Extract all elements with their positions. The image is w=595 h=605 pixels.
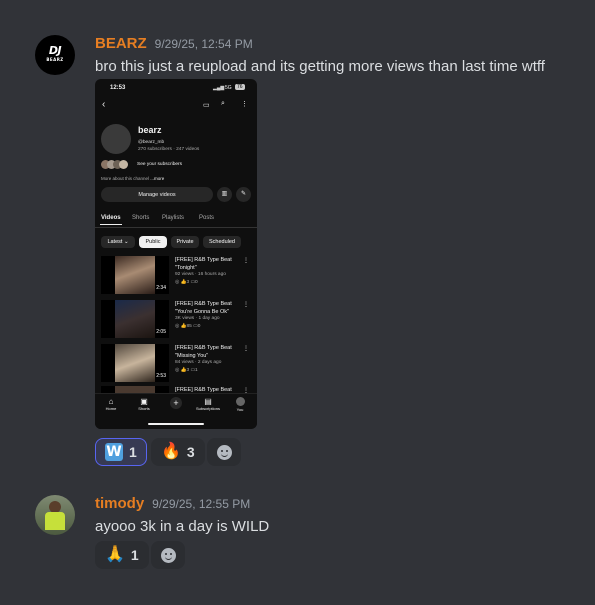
video-meta: 84 views · 2 days ago — [175, 360, 222, 365]
add-reaction-button[interactable] — [207, 438, 241, 466]
nav-subscriptions: ▤ Subscriptions — [193, 397, 223, 411]
divider — [95, 227, 257, 228]
video-thumbnail: 2:05 — [101, 300, 169, 338]
status-network: 5G — [225, 85, 232, 91]
home-indicator — [148, 423, 204, 425]
reaction-count: 1 — [129, 444, 137, 460]
video-row: 2:05 [FREE] R&B Type Beat "You're Gonna … — [101, 300, 251, 340]
cast-icon: ▭ — [203, 102, 210, 109]
channel-name: bearz — [138, 125, 162, 135]
tab-videos: Videos — [101, 215, 121, 221]
video-thumbnail: 2:53 — [101, 344, 169, 382]
plus-icon: + — [170, 397, 182, 409]
nav-home: ⌂ Home — [96, 397, 126, 411]
pray-emoji-icon: 🙏 — [105, 546, 125, 563]
nav-you: You — [225, 397, 255, 412]
subscriber-avatars — [101, 160, 133, 169]
tab-indicator — [100, 224, 122, 225]
video-stats: ◎ 👍3 ▭0 — [175, 280, 198, 285]
filter-private: Private — [171, 236, 199, 248]
video-thumbnail: 2:34 — [101, 256, 169, 294]
timestamp[interactable]: 9/29/25, 12:54 PM — [155, 37, 253, 51]
filter-scheduled: Scheduled — [203, 236, 241, 248]
tab-playlists: Playlists — [162, 215, 185, 221]
nav-shorts: ▣ Shorts — [129, 397, 159, 411]
more-icon: ⋮ — [241, 101, 248, 108]
avatar-shirt — [45, 512, 65, 530]
reaction-w[interactable]: W 1 — [95, 438, 147, 466]
subscribers-link: See your subscribers — [137, 162, 183, 167]
status-signal-icon: ▂▄▆ — [213, 85, 225, 91]
shorts-icon: ▣ — [140, 397, 148, 406]
timestamp[interactable]: 9/29/25, 12:55 PM — [152, 497, 250, 511]
video-menu-icon: ⋮ — [243, 302, 249, 308]
back-icon: ‹ — [102, 99, 106, 110]
home-icon: ⌂ — [108, 397, 114, 406]
video-title: [FREE] R&B Type Beat "Tonight" — [175, 257, 232, 271]
manage-videos-button: Manage videos — [101, 187, 213, 202]
video-stats: ◎ 👍85 ▭0 — [175, 324, 201, 329]
tab-shorts: Shorts — [132, 215, 150, 221]
channel-avatar — [101, 124, 131, 154]
username[interactable]: BEARZ — [95, 35, 147, 52]
battery-icon: 76 — [235, 84, 245, 90]
video-stats: ◎ 👍3 ▭1 — [175, 368, 198, 373]
tab-posts: Posts — [199, 215, 215, 221]
add-reaction-button[interactable] — [151, 541, 185, 569]
analytics-icon: ▥ — [217, 187, 232, 202]
filter-latest: Latest ⌄ — [101, 236, 135, 248]
fire-emoji-icon: 🔥 — [161, 443, 181, 460]
search-icon: ⌕ — [221, 100, 225, 107]
video-menu-icon: ⋮ — [243, 258, 249, 264]
nav-create: + — [161, 397, 191, 409]
channel-handle: @bearz_mb — [138, 140, 165, 145]
video-title: [FREE] R&B Type Beat "You're Gonna Be Ok… — [175, 301, 232, 315]
smiley-icon — [160, 547, 176, 563]
reaction-count: 3 — [186, 444, 195, 460]
avatar[interactable] — [35, 495, 75, 535]
video-row: 2:53 [FREE] R&B Type Beat "Missing You" … — [101, 344, 251, 384]
reaction-fire[interactable]: 🔥 3 — [151, 438, 205, 466]
message-text: bro this just a reupload and its getting… — [95, 58, 545, 75]
edit-icon: ✎ — [236, 187, 251, 202]
reaction-count: 1 — [130, 547, 139, 563]
message-header: timody 9/29/25, 12:55 PM — [95, 495, 250, 512]
message-header: BEARZ 9/29/25, 12:54 PM — [95, 35, 253, 52]
video-menu-icon: ⋮ — [243, 346, 249, 352]
username[interactable]: timody — [95, 495, 144, 512]
channel-stats: 270 subscribers · 247 videos — [138, 147, 200, 152]
video-row: 2:34 [FREE] R&B Type Beat "Tonight" 92 v… — [101, 256, 251, 296]
status-time: 12:53 — [110, 85, 126, 91]
video-title: [FREE] R&B Type Beat "Missing You" — [175, 345, 232, 359]
about-channel: More about this channel ...more — [101, 176, 165, 181]
image-attachment[interactable]: 12:53 ▂▄▆ 5G 76 ‹ ▭ ⌕ ⋮ bearz @bearz_mb … — [95, 79, 257, 429]
message-text: ayooo 3k in a day is WILD — [95, 518, 270, 535]
w-emoji-icon: W — [105, 443, 123, 461]
filter-public: Public — [139, 236, 167, 248]
subscriptions-icon: ▤ — [204, 397, 212, 406]
avatar-logo: DJ BEARZ — [46, 44, 64, 62]
reaction-pray[interactable]: 🙏 1 — [95, 541, 149, 569]
video-meta: 92 views · 16 hours ago — [175, 272, 226, 277]
profile-icon — [235, 397, 245, 406]
video-meta: 3K views · 1 day ago — [175, 316, 220, 321]
smiley-icon — [216, 444, 232, 460]
avatar[interactable]: DJ BEARZ — [35, 35, 75, 75]
